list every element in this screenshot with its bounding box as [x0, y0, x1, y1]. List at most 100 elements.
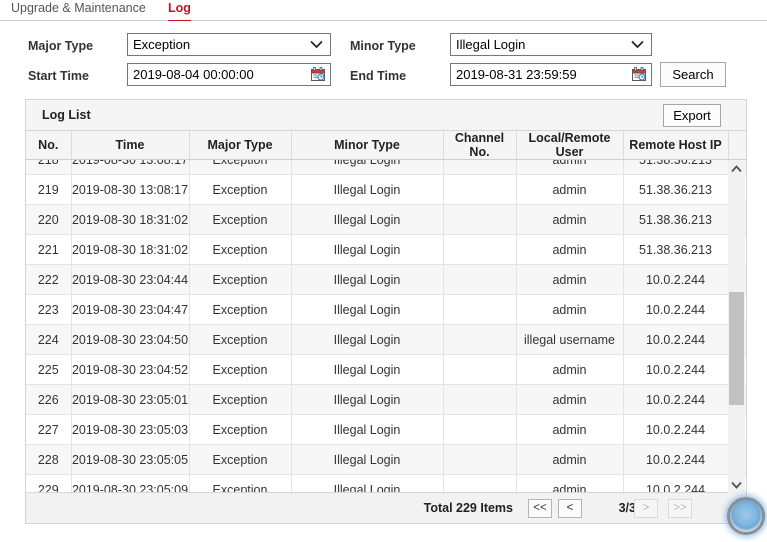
table-row[interactable]: 222 2019-08-30 23:04:44 Exception Illegal L…: [26, 264, 746, 295]
table-row[interactable]: 229 2019-08-30 23:05:09 Exception Illegal L…: [26, 474, 746, 493]
cell-local-remote-user: admin: [516, 444, 624, 475]
cell-channel-no: [443, 294, 517, 325]
cell-major-type: Exception: [189, 174, 292, 205]
export-button[interactable]: Export: [663, 104, 721, 127]
calendar-icon[interactable]: [311, 67, 326, 82]
table-row[interactable]: 221 2019-08-30 18:31:02 Exception Illegal L…: [26, 234, 746, 265]
click-indicator: [727, 497, 765, 535]
column-header-local-remote-user[interactable]: Local/Remote User: [516, 131, 624, 160]
cell-time: 2019-08-30 23:05:01: [71, 384, 190, 415]
next-page-button[interactable]: >: [634, 499, 658, 518]
cell-local-remote-user: admin: [516, 474, 624, 493]
cell-local-remote-user: admin: [516, 174, 624, 205]
cell-major-type: Exception: [189, 384, 292, 415]
cell-channel-no: [443, 474, 517, 493]
cell-time: 2019-08-30 23:05:09: [71, 474, 190, 493]
table-row[interactable]: 220 2019-08-30 18:31:02 Exception Illegal L…: [26, 204, 746, 235]
cell-major-type: Exception: [189, 324, 292, 355]
cell-channel-no: [443, 160, 517, 175]
cell-remote-host-ip: 51.38.36.213: [623, 204, 729, 235]
cell-major-type: Exception: [189, 160, 292, 175]
cell-time: 2019-08-30 18:31:02: [71, 234, 190, 265]
end-time-value: 2019-08-31 23:59:59: [456, 67, 577, 82]
log-search-form: Major Type Exception Minor Type Illegal …: [0, 21, 767, 97]
cell-no: 225: [26, 354, 72, 385]
table-row[interactable]: 227 2019-08-30 23:05:03 Exception Illegal L…: [26, 414, 746, 445]
cell-minor-type: Illegal Login: [291, 474, 444, 493]
cell-no: 229: [26, 474, 72, 493]
cell-time: 2019-08-30 23:04:44: [71, 264, 190, 295]
table-row[interactable]: 225 2019-08-30 23:04:52 Exception Illegal L…: [26, 354, 746, 385]
tab-upgrade-maintenance[interactable]: Upgrade & Maintenance: [11, 0, 146, 19]
minor-type-label: Minor Type: [350, 39, 416, 53]
cell-no: 223: [26, 294, 72, 325]
minor-type-select[interactable]: Illegal Login: [450, 33, 652, 56]
cell-channel-no: [443, 354, 517, 385]
table-row[interactable]: 228 2019-08-30 23:05:05 Exception Illegal L…: [26, 444, 746, 475]
cell-remote-host-ip: 51.38.36.213: [623, 160, 729, 175]
cell-remote-host-ip: 10.0.2.244: [623, 414, 729, 445]
cell-local-remote-user: admin: [516, 294, 624, 325]
cell-remote-host-ip: 10.0.2.244: [623, 324, 729, 355]
column-header-remote-host-ip[interactable]: Remote Host IP: [623, 131, 729, 160]
chevron-down-icon[interactable]: [728, 476, 745, 493]
cell-no: 220: [26, 204, 72, 235]
table-row[interactable]: 223 2019-08-30 23:04:47 Exception Illegal L…: [26, 294, 746, 325]
cell-remote-host-ip: 51.38.36.213: [623, 174, 729, 205]
search-button[interactable]: Search: [660, 62, 726, 87]
cell-minor-type: Illegal Login: [291, 264, 444, 295]
cell-local-remote-user: admin: [516, 160, 624, 175]
cell-remote-host-ip: 10.0.2.244: [623, 444, 729, 475]
last-page-button[interactable]: >>: [668, 499, 692, 518]
cell-minor-type: Illegal Login: [291, 444, 444, 475]
cell-channel-no: [443, 264, 517, 295]
log-list-header: Log List Export: [26, 100, 746, 131]
cell-time: 2019-08-30 13:08:17: [71, 174, 190, 205]
major-type-select[interactable]: Exception: [127, 33, 331, 56]
cell-local-remote-user: admin: [516, 264, 624, 295]
start-time-input[interactable]: 2019-08-04 00:00:00: [127, 63, 331, 86]
cell-minor-type: Illegal Login: [291, 204, 444, 235]
cell-time: 2019-08-30 23:04:47: [71, 294, 190, 325]
cell-no: 221: [26, 234, 72, 265]
major-type-label: Major Type: [28, 39, 94, 53]
end-time-input[interactable]: 2019-08-31 23:59:59: [450, 63, 652, 86]
table-row[interactable]: 224 2019-08-30 23:04:50 Exception Illegal L…: [26, 324, 746, 355]
cell-remote-host-ip: 10.0.2.244: [623, 384, 729, 415]
cell-local-remote-user: admin: [516, 354, 624, 385]
table-row[interactable]: 219 2019-08-30 13:08:17 Exception Illegal L…: [26, 174, 746, 205]
table-row[interactable]: 2182019-08-30 13:08:17ExceptionIllegal L…: [26, 160, 746, 175]
log-table-body-viewport: 2182019-08-30 13:08:17ExceptionIllegal L…: [26, 160, 746, 493]
cell-minor-type: Illegal Login: [291, 294, 444, 325]
column-header-no[interactable]: No.: [26, 131, 72, 160]
previous-page-button[interactable]: <: [558, 499, 582, 518]
tab-log[interactable]: Log: [168, 0, 191, 22]
cell-minor-type: Illegal Login: [291, 354, 444, 385]
chevron-up-icon[interactable]: [728, 160, 745, 177]
cell-remote-host-ip: 51.38.36.213: [623, 234, 729, 265]
scrollbar-thumb[interactable]: [729, 292, 744, 405]
log-list-panel: Log List Export No. Time Major Type Mino…: [25, 99, 747, 524]
cell-no: 227: [26, 414, 72, 445]
column-header-channel-no[interactable]: Channel No.: [443, 131, 517, 160]
start-time-value: 2019-08-04 00:00:00: [133, 67, 254, 82]
cell-no: 219: [26, 174, 72, 205]
column-header-minor-type[interactable]: Minor Type: [291, 131, 444, 160]
calendar-icon[interactable]: [632, 67, 647, 82]
column-header-major-type[interactable]: Major Type: [189, 131, 292, 160]
tab-bar: Upgrade & Maintenance Log: [0, 0, 767, 22]
cell-no: 224: [26, 324, 72, 355]
total-items-label: Total 229 Items: [423, 501, 513, 515]
cell-time: 2019-08-30 18:31:02: [71, 204, 190, 235]
cell-major-type: Exception: [189, 204, 292, 235]
table-vertical-scrollbar[interactable]: [728, 160, 745, 493]
table-row[interactable]: 226 2019-08-30 23:05:01 Exception Illegal L…: [26, 384, 746, 415]
cell-channel-no: [443, 414, 517, 445]
cell-local-remote-user: illegal username: [516, 324, 624, 355]
pagination-bar: Total 229 Items << < 3/3 > >>: [26, 492, 746, 523]
first-page-button[interactable]: <<: [528, 499, 552, 518]
cell-major-type: Exception: [189, 234, 292, 265]
column-header-time[interactable]: Time: [71, 131, 190, 160]
cell-minor-type: Illegal Login: [291, 160, 444, 175]
tab-upgrade-maintenance-label: Upgrade & Maintenance: [11, 1, 146, 15]
